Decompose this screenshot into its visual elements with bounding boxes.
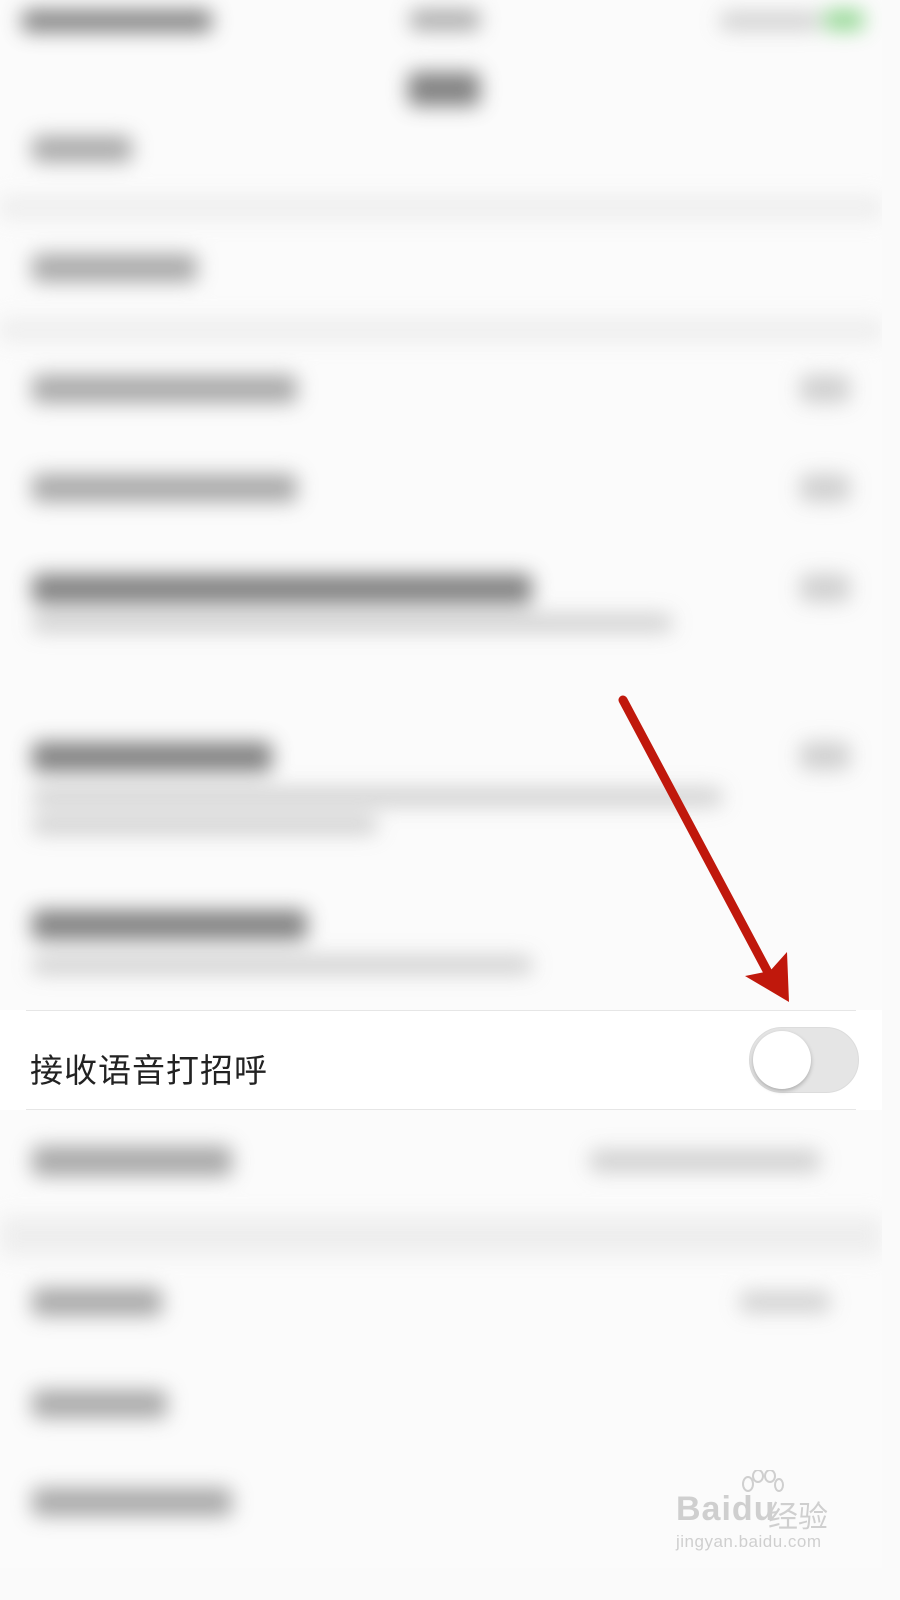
baidu-jingyan-watermark: Baidu 经验 jingyan.baidu.com — [676, 1470, 866, 1560]
divider-top — [26, 1010, 856, 1011]
voice-greeting-toggle[interactable] — [749, 1027, 859, 1093]
watermark-brand: Baidu — [676, 1490, 776, 1528]
setting-label: 接收语音打招呼 — [30, 1051, 268, 1090]
setting-row-voice-greeting: 接收语音打招呼 — [0, 1010, 882, 1110]
divider-bottom — [26, 1109, 856, 1110]
toggle-knob — [753, 1031, 811, 1089]
blurred-settings-list — [0, 0, 882, 1568]
settings-screen: 接收语音打招呼 Baidu 经验 jingyan.baidu.com — [0, 0, 882, 1568]
watermark-domain: jingyan.baidu.com — [676, 1532, 822, 1551]
watermark-brand-cn: 经验 — [768, 1500, 828, 1535]
